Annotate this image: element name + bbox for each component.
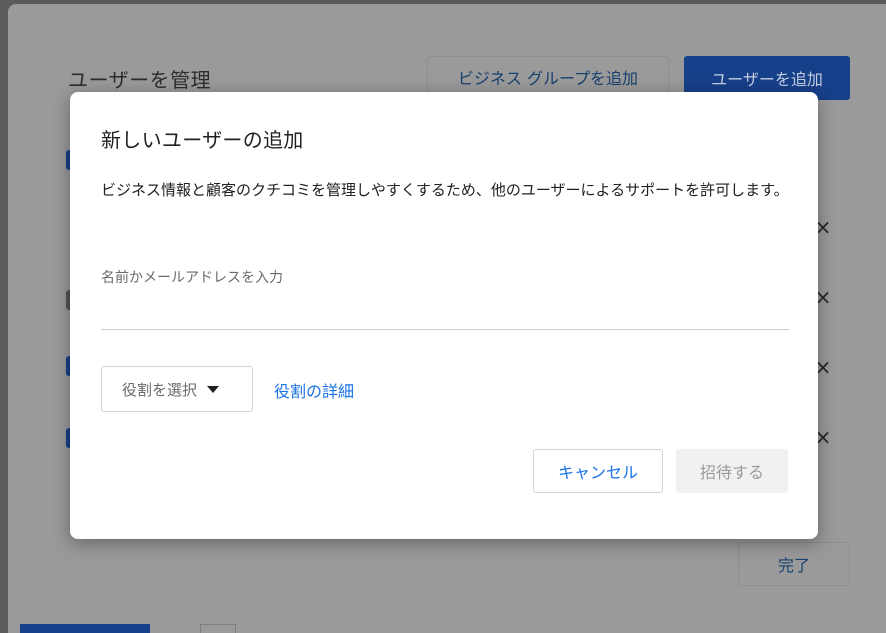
cancel-button[interactable]: キャンセル <box>533 449 663 493</box>
bottom-button-fragment <box>200 624 236 633</box>
page: ユーザーを管理 ビジネス グループを追加 ユーザーを追加 × × × × 完了 … <box>0 0 886 633</box>
role-select-value: 役割を選択 <box>122 380 198 399</box>
add-user-dialog: 新しいユーザーの追加 ビジネス情報と顧客のクチコミを管理しやすくするため、他のユ… <box>70 92 818 539</box>
manage-users-title: ユーザーを管理 <box>68 68 212 92</box>
invite-button[interactable]: 招待する <box>676 449 788 493</box>
bottom-button-fragment <box>20 624 150 633</box>
role-details-link[interactable]: 役割の詳細 <box>274 378 354 402</box>
role-select[interactable]: 役割を選択 <box>101 366 253 412</box>
name-or-email-input[interactable] <box>101 262 789 330</box>
done-button[interactable]: 完了 <box>738 542 850 586</box>
dialog-description: ビジネス情報と顧客のクチコミを管理しやすくするため、他のユーザーによるサポートを… <box>101 181 789 199</box>
dialog-title: 新しいユーザーの追加 <box>101 128 304 152</box>
caret-down-icon <box>207 385 220 393</box>
